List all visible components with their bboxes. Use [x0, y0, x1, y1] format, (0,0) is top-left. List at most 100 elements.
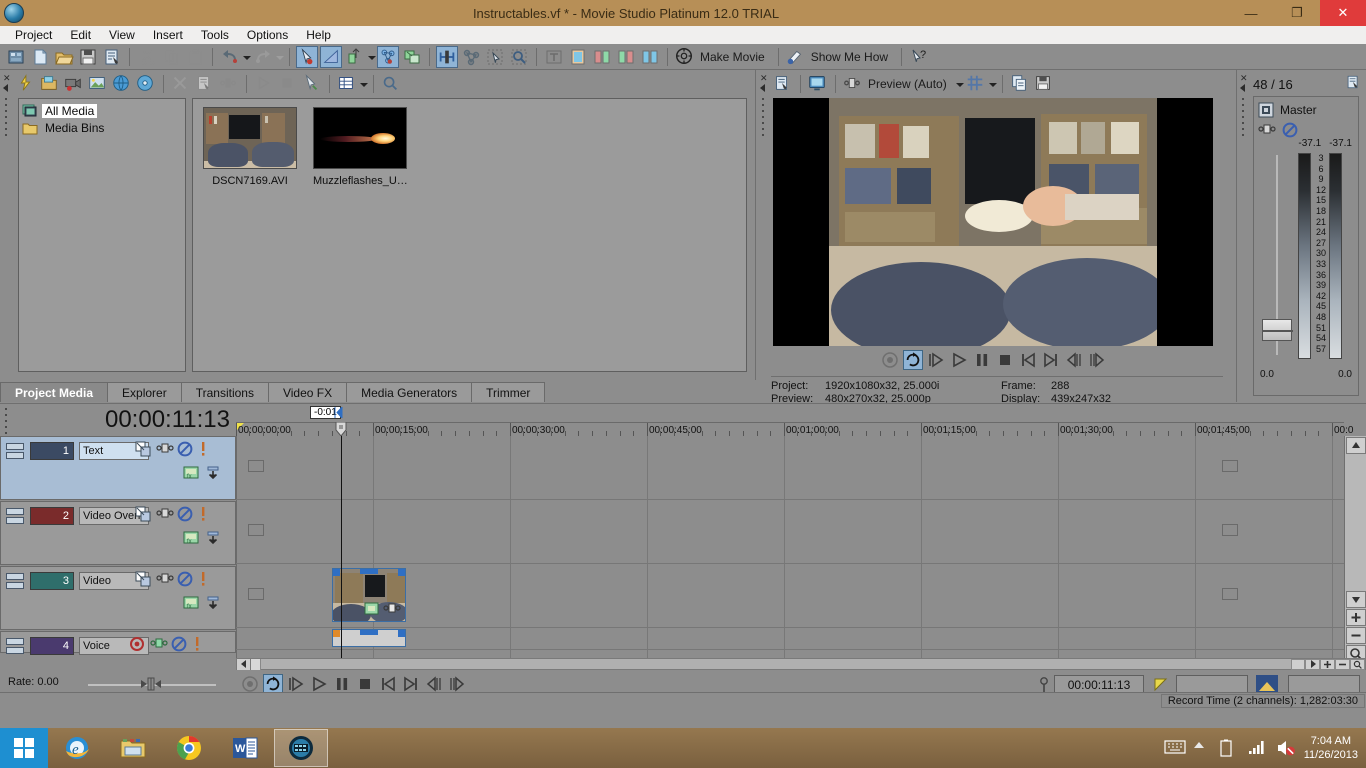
split-media-icon[interactable] — [218, 73, 240, 95]
split-audio-icon[interactable] — [615, 46, 637, 68]
close-panel-icon[interactable]: ✕ — [760, 73, 768, 84]
play-from-start-icon[interactable] — [926, 350, 946, 370]
record-icon[interactable] — [880, 350, 900, 370]
zoom-out-icon[interactable] — [1335, 658, 1350, 670]
panel-grip[interactable]: ✕ — [757, 70, 771, 402]
track-number[interactable]: 4 — [30, 637, 74, 655]
collapse-panel-icon[interactable] — [3, 84, 8, 92]
get-photo-icon[interactable] — [87, 73, 109, 95]
track-mute-icon[interactable] — [177, 441, 193, 457]
track-fx-icon[interactable]: fx — [183, 530, 199, 546]
taskbar-item-movie-studio-platinum[interactable] — [274, 729, 328, 767]
clip-fader-icon[interactable] — [383, 601, 401, 615]
compositing-mode-icon[interactable] — [135, 571, 151, 587]
fader-icon[interactable] — [1258, 122, 1276, 138]
stop-icon[interactable] — [355, 674, 375, 694]
tab-trimmer[interactable]: Trimmer — [471, 382, 546, 402]
extract-audio-cd-icon[interactable] — [135, 73, 157, 95]
mute-icon[interactable] — [1282, 122, 1298, 138]
scroll-right-icon[interactable] — [1305, 658, 1320, 670]
track-solo-icon[interactable] — [192, 636, 208, 652]
video-strip-icon[interactable] — [567, 46, 589, 68]
normal-edit-tool-icon[interactable] — [296, 45, 318, 68]
track-header-1-text[interactable]: 1 Text fx — [0, 436, 236, 500]
next-frame-icon[interactable] — [447, 674, 467, 694]
taskbar-item-internet-explorer[interactable]: e — [50, 729, 104, 767]
track-mute-icon[interactable] — [177, 506, 193, 522]
next-frame-icon[interactable] — [1087, 350, 1107, 370]
drag-handle[interactable] — [762, 98, 765, 138]
timeline-playhead[interactable] — [341, 436, 342, 664]
menu-item-project[interactable]: Project — [6, 26, 61, 44]
track-fader-icon[interactable] — [150, 636, 168, 652]
save-project-icon[interactable] — [77, 46, 99, 68]
tree-item-all-media[interactable]: All Media — [22, 103, 182, 119]
audio-sync-icon[interactable] — [639, 46, 661, 68]
timeline-timecode[interactable]: 00:00:11:13 — [105, 406, 230, 434]
remove-icon[interactable] — [170, 73, 192, 95]
close-panel-icon[interactable]: ✕ — [3, 73, 11, 84]
track-size-toggle[interactable] — [6, 443, 26, 463]
insert-text-media-icon[interactable] — [543, 46, 565, 68]
copy-icon[interactable] — [160, 46, 182, 68]
media-item-dscn7169[interactable]: DSCN7169.AVI — [203, 107, 297, 363]
views-icon[interactable] — [336, 73, 358, 95]
go-to-end-icon[interactable] — [1041, 350, 1061, 370]
media-item-muzzleflashes[interactable]: Muzzleflashes_U… — [313, 107, 407, 363]
minimize-button[interactable]: — — [1228, 0, 1274, 26]
auto-ripple-icon[interactable] — [401, 46, 423, 68]
loop-playback-icon[interactable] — [902, 350, 923, 370]
go-to-start-icon[interactable] — [378, 674, 398, 694]
timeline-ruler[interactable]: -0:01 00:00:00:00 00:00:15:00 00:00:30:0… — [236, 404, 1353, 437]
video-output-properties-icon[interactable] — [772, 73, 794, 95]
play-media-icon[interactable] — [253, 73, 275, 95]
automation-settings-icon[interactable] — [205, 530, 221, 546]
new-file-icon[interactable] — [29, 46, 51, 68]
media-bins-tree[interactable]: All Media Media Bins — [18, 98, 186, 372]
maximize-button[interactable]: ❐ — [1274, 0, 1320, 26]
track-number[interactable]: 3 — [30, 572, 74, 590]
search-icon[interactable] — [380, 73, 402, 95]
zoom-out-vertical-icon[interactable] — [1346, 627, 1366, 644]
track-fader-icon[interactable] — [156, 441, 174, 457]
scroll-up-icon[interactable] — [1346, 437, 1366, 454]
track-fader-icon[interactable] — [156, 506, 174, 522]
volume-fader-knob[interactable] — [1262, 319, 1293, 341]
split-screen-icon[interactable] — [842, 73, 864, 95]
open-project-icon[interactable] — [53, 46, 75, 68]
clip-pan-crop-icon[interactable] — [363, 601, 381, 617]
select-media-icon[interactable] — [301, 73, 323, 95]
menu-item-edit[interactable]: Edit — [61, 26, 100, 44]
automatic-crossfades-icon[interactable] — [460, 46, 482, 68]
panel-grip[interactable]: ✕ — [0, 70, 14, 402]
new-project-icon[interactable] — [5, 46, 27, 68]
menu-item-tools[interactable]: Tools — [192, 26, 238, 44]
lock-envelopes-icon[interactable] — [484, 46, 506, 68]
close-button[interactable]: ✕ — [1320, 0, 1366, 26]
collapse-panel-icon[interactable] — [1240, 84, 1245, 92]
close-panel-icon[interactable]: ✕ — [1240, 73, 1248, 84]
undo-dropdown-icon[interactable] — [242, 46, 251, 68]
copy-snapshot-icon[interactable] — [1009, 73, 1031, 95]
zoom-in-vertical-icon[interactable] — [1346, 609, 1366, 626]
timeline-horizontal-scrollbar[interactable] — [236, 658, 1366, 670]
overlays-icon[interactable] — [965, 73, 987, 95]
track-size-toggle[interactable] — [6, 573, 26, 593]
scrollbar-thumb-right[interactable] — [1291, 658, 1305, 670]
compositing-mode-icon[interactable] — [135, 441, 151, 457]
automation-settings-icon[interactable] — [205, 595, 221, 611]
play-icon[interactable] — [949, 350, 969, 370]
track-number[interactable]: 2 — [30, 507, 74, 525]
tab-video-fx[interactable]: Video FX — [267, 382, 348, 402]
taskbar-item-file-explorer[interactable] — [106, 729, 160, 767]
loop-playback-icon[interactable] — [263, 674, 283, 694]
whats-this-help-icon[interactable]: ? — [908, 46, 930, 68]
tab-transitions[interactable]: Transitions — [180, 382, 269, 402]
menu-item-options[interactable]: Options — [238, 26, 297, 44]
start-button[interactable] — [0, 728, 48, 768]
drag-handle[interactable] — [5, 98, 8, 138]
menu-item-view[interactable]: View — [100, 26, 144, 44]
import-media-icon[interactable] — [15, 73, 37, 95]
track-fader-icon[interactable] — [156, 571, 174, 587]
track-solo-icon[interactable] — [198, 506, 214, 522]
